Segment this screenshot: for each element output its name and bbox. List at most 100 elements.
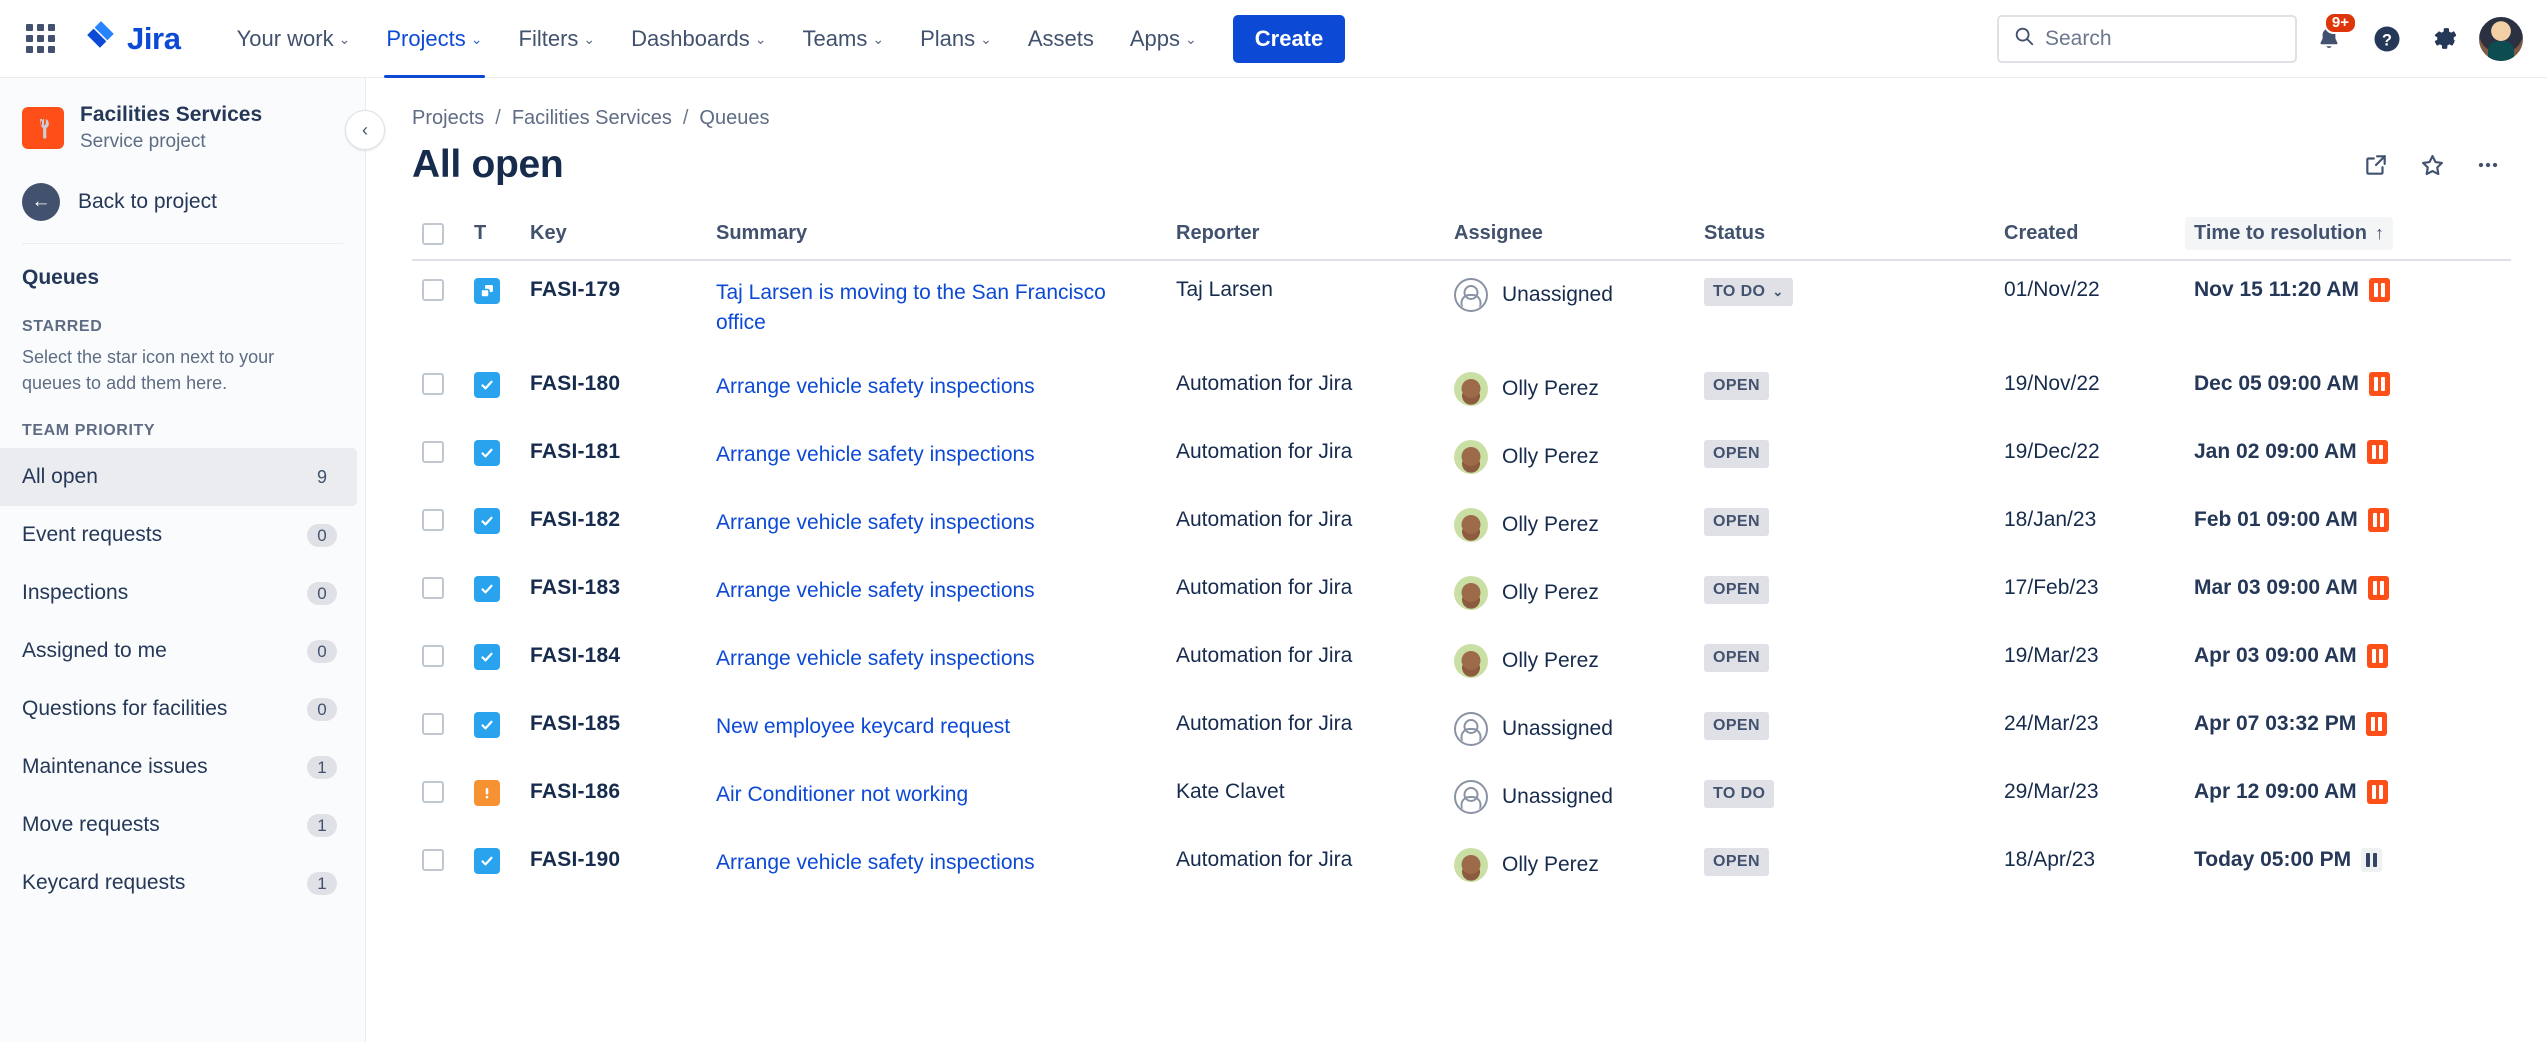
open-in-new-icon[interactable]: [2353, 142, 2399, 188]
nav-filters[interactable]: Filters ⌄: [503, 13, 612, 65]
row-checkbox[interactable]: [422, 509, 444, 531]
status-badge[interactable]: OPEN: [1704, 440, 1769, 468]
table-row[interactable]: FASI-190 Arrange vehicle safety inspecti…: [412, 831, 2511, 899]
row-key[interactable]: FASI-186: [520, 763, 706, 831]
row-checkbox[interactable]: [422, 441, 444, 463]
table-row[interactable]: FASI-179 Taj Larsen is moving to the San…: [412, 260, 2511, 355]
app-switcher-button[interactable]: [14, 13, 66, 65]
sidebar-item-maintenance-issues[interactable]: Maintenance issues 1: [0, 738, 357, 796]
sidebar-item-event-requests[interactable]: Event requests 0: [0, 506, 357, 564]
breadcrumb-projects[interactable]: Projects: [412, 107, 484, 130]
nav-plans[interactable]: Plans ⌄: [904, 13, 1008, 65]
nav-teams[interactable]: Teams ⌄: [787, 13, 901, 65]
row-checkbox[interactable]: [422, 645, 444, 667]
column-assignee[interactable]: Assignee: [1444, 216, 1694, 260]
table-row[interactable]: FASI-183 Arrange vehicle safety inspecti…: [412, 559, 2511, 627]
row-key[interactable]: FASI-180: [520, 355, 706, 423]
more-actions-icon[interactable]: [2465, 142, 2511, 188]
table-row[interactable]: FASI-185 New employee keycard request Au…: [412, 695, 2511, 763]
back-to-project-link[interactable]: ← Back to project: [0, 169, 365, 239]
assignee[interactable]: Olly Perez: [1454, 508, 1684, 542]
sort-pill[interactable]: Time to resolution ↑: [2185, 217, 2393, 250]
column-type[interactable]: T: [464, 216, 520, 260]
row-checkbox[interactable]: [422, 279, 444, 301]
row-key[interactable]: FASI-183: [520, 559, 706, 627]
nav-projects[interactable]: Projects ⌄: [370, 13, 498, 65]
table-row[interactable]: FASI-182 Arrange vehicle safety inspecti…: [412, 491, 2511, 559]
row-key[interactable]: FASI-190: [520, 831, 706, 899]
sidebar-item-all-open[interactable]: All open 9: [0, 448, 357, 506]
assignee[interactable]: Olly Perez: [1454, 576, 1684, 610]
assignee[interactable]: Unassigned: [1454, 712, 1684, 746]
row-summary-link[interactable]: Taj Larsen is moving to the San Francisc…: [716, 278, 1156, 338]
search-input[interactable]: [2045, 27, 2281, 51]
status-badge[interactable]: OPEN: [1704, 848, 1769, 876]
sidebar-collapse-button[interactable]: ‹: [345, 110, 385, 150]
sidebar-item-move-requests[interactable]: Move requests 1: [0, 796, 357, 854]
breadcrumb-facilities-services[interactable]: Facilities Services: [512, 107, 672, 130]
row-checkbox[interactable]: [422, 713, 444, 735]
row-summary-link[interactable]: New employee keycard request: [716, 712, 1156, 742]
row-assignee-cell: Olly Perez: [1444, 355, 1694, 423]
row-key[interactable]: FASI-181: [520, 423, 706, 491]
sidebar-item-assigned-to-me[interactable]: Assigned to me 0: [0, 622, 357, 680]
table-row[interactable]: FASI-180 Arrange vehicle safety inspecti…: [412, 355, 2511, 423]
help-button[interactable]: ?: [2361, 13, 2413, 65]
star-icon[interactable]: [2409, 142, 2455, 188]
project-header[interactable]: Facilities Services Service project: [0, 82, 365, 169]
create-button[interactable]: Create: [1233, 15, 1345, 63]
row-checkbox[interactable]: [422, 373, 444, 395]
sidebar-item-questions-for-facilities[interactable]: Questions for facilities 0: [0, 680, 357, 738]
column-summary[interactable]: Summary: [706, 216, 1166, 260]
avatar[interactable]: [2477, 15, 2525, 63]
column-reporter[interactable]: Reporter: [1166, 216, 1444, 260]
row-summary-link[interactable]: Arrange vehicle safety inspections: [716, 644, 1156, 674]
row-key[interactable]: FASI-182: [520, 491, 706, 559]
assignee[interactable]: Olly Perez: [1454, 644, 1684, 678]
column-status[interactable]: Status: [1694, 216, 1994, 260]
status-badge[interactable]: TO DO: [1704, 780, 1774, 808]
row-summary-link[interactable]: Arrange vehicle safety inspections: [716, 440, 1156, 470]
row-summary-link[interactable]: Air Conditioner not working: [716, 780, 1156, 810]
status-badge[interactable]: TO DO ⌄: [1704, 278, 1793, 306]
sidebar-item-inspections[interactable]: Inspections 0: [0, 564, 357, 622]
nav-your-work[interactable]: Your work ⌄: [221, 13, 367, 65]
search-box[interactable]: [1997, 15, 2297, 63]
assignee[interactable]: Unassigned: [1454, 278, 1684, 312]
status-badge[interactable]: OPEN: [1704, 372, 1769, 400]
table-row[interactable]: FASI-181 Arrange vehicle safety inspecti…: [412, 423, 2511, 491]
row-key[interactable]: FASI-185: [520, 695, 706, 763]
status-badge[interactable]: OPEN: [1704, 644, 1769, 672]
breadcrumb-queues[interactable]: Queues: [699, 107, 769, 130]
nav-assets[interactable]: Assets: [1012, 13, 1110, 65]
row-key[interactable]: FASI-184: [520, 627, 706, 695]
sidebar-item-keycard-requests[interactable]: Keycard requests 1: [0, 854, 357, 912]
status-badge[interactable]: OPEN: [1704, 712, 1769, 740]
row-checkbox[interactable]: [422, 781, 444, 803]
assignee[interactable]: Unassigned: [1454, 780, 1684, 814]
column-key[interactable]: Key: [520, 216, 706, 260]
assignee[interactable]: Olly Perez: [1454, 848, 1684, 882]
row-checkbox[interactable]: [422, 849, 444, 871]
table-row[interactable]: FASI-184 Arrange vehicle safety inspecti…: [412, 627, 2511, 695]
select-all-checkbox[interactable]: [422, 223, 444, 245]
nav-dashboards[interactable]: Dashboards ⌄: [615, 13, 782, 65]
row-checkbox[interactable]: [422, 577, 444, 599]
row-summary-link[interactable]: Arrange vehicle safety inspections: [716, 848, 1156, 878]
status-badge[interactable]: OPEN: [1704, 508, 1769, 536]
row-summary-link[interactable]: Arrange vehicle safety inspections: [716, 508, 1156, 538]
assignee[interactable]: Olly Perez: [1454, 440, 1684, 474]
row-summary-link[interactable]: Arrange vehicle safety inspections: [716, 372, 1156, 402]
settings-button[interactable]: [2419, 13, 2471, 65]
jira-home-link[interactable]: Jira: [76, 13, 189, 64]
notifications-button[interactable]: 9+: [2303, 13, 2355, 65]
nav-apps[interactable]: Apps ⌄: [1114, 13, 1213, 65]
task-icon: [474, 712, 500, 738]
table-row[interactable]: FASI-186 Air Conditioner not working Kat…: [412, 763, 2511, 831]
assignee[interactable]: Olly Perez: [1454, 372, 1684, 406]
status-badge[interactable]: OPEN: [1704, 576, 1769, 604]
row-key[interactable]: FASI-179: [520, 260, 706, 355]
column-created[interactable]: Created: [1994, 216, 2184, 260]
row-summary-link[interactable]: Arrange vehicle safety inspections: [716, 576, 1156, 606]
column-time-to-resolution[interactable]: Time to resolution ↑: [2184, 216, 2511, 260]
